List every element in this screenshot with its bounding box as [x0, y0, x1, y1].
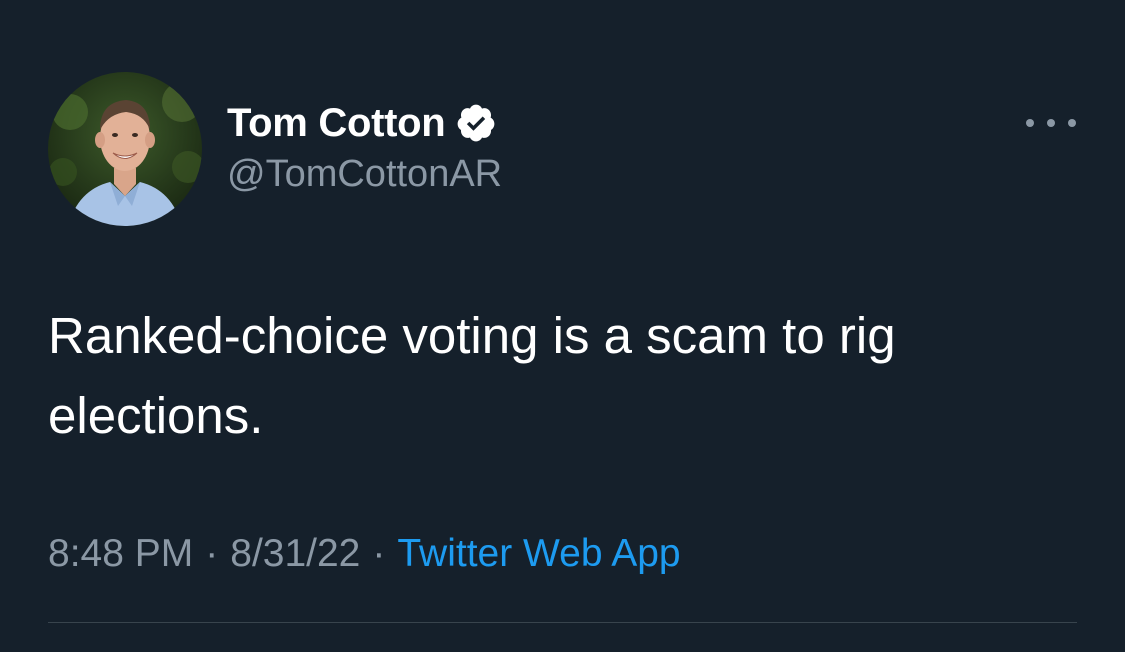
verified-badge-icon	[455, 102, 497, 144]
avatar[interactable]	[48, 72, 202, 226]
more-dot	[1047, 119, 1055, 127]
tweet-date[interactable]: 8/31/22	[230, 532, 360, 575]
author-display-name[interactable]: Tom Cotton	[227, 101, 446, 146]
author-name-row[interactable]: Tom Cotton	[227, 96, 497, 150]
meta-separator: ·	[372, 532, 386, 575]
tweet-card: Tom Cotton @TomCottonAR Ranked-choice vo…	[0, 0, 1125, 652]
tweet-time[interactable]: 8:48 PM	[48, 532, 193, 575]
tweet-source-link[interactable]: Twitter Web App	[397, 532, 680, 575]
tweet-text: Ranked-choice voting is a scam to rig el…	[48, 307, 896, 444]
author-handle[interactable]: @TomCottonAR	[227, 153, 502, 196]
more-dot	[1068, 119, 1076, 127]
meta-separator: ·	[205, 532, 219, 575]
divider	[48, 622, 1077, 623]
tweet-meta: 8:48 PM · 8/31/22 · Twitter Web App	[48, 532, 681, 576]
more-options-icon[interactable]	[1026, 108, 1076, 138]
more-dot	[1026, 119, 1034, 127]
